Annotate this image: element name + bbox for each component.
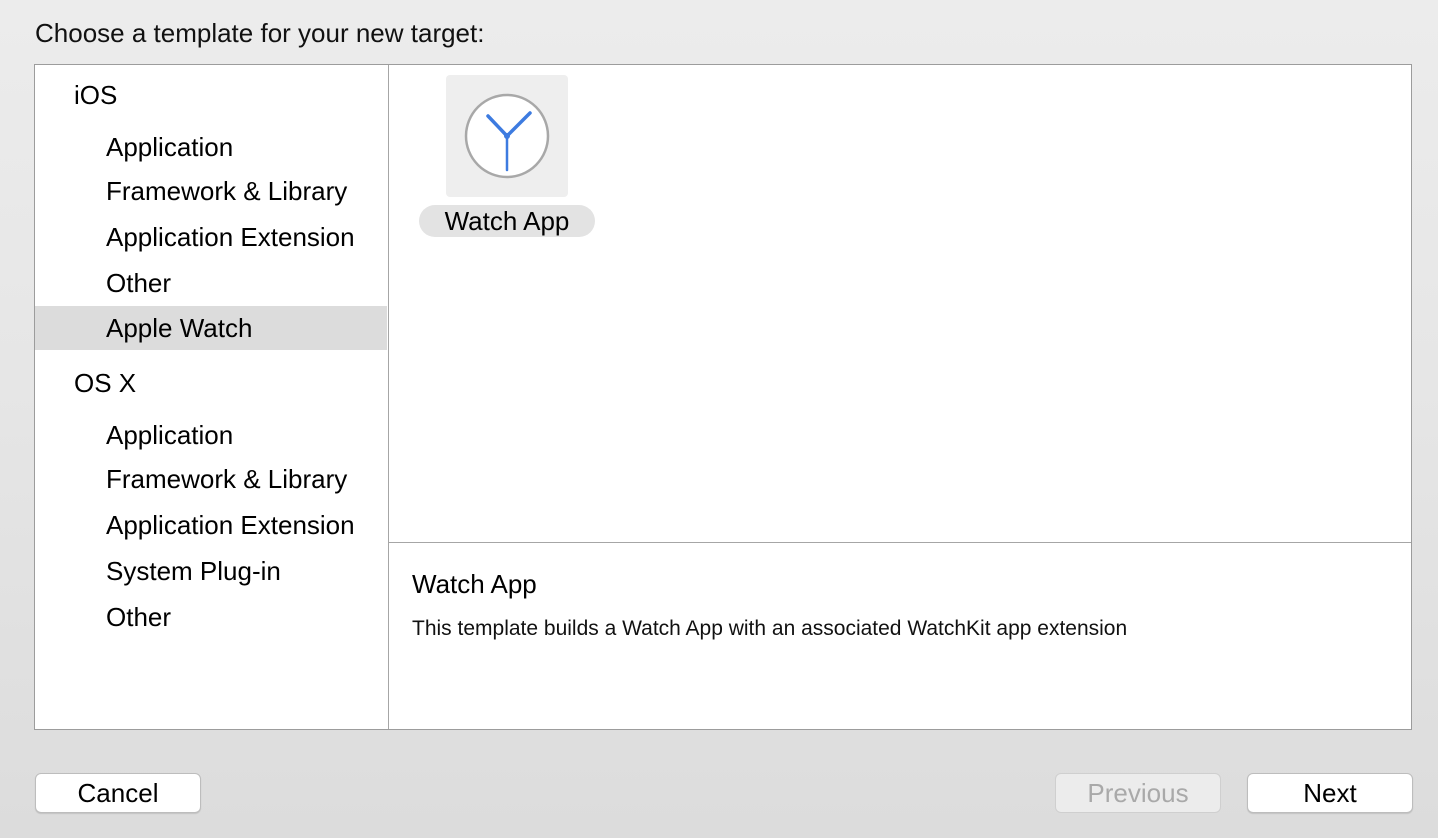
template-grid: Watch App — [389, 65, 1411, 543]
platform-sidebar: iOS Application Framework & Library Appl… — [35, 65, 389, 729]
template-chooser-panel: iOS Application Framework & Library Appl… — [34, 64, 1412, 730]
sidebar-item-osx-system-plugin[interactable]: System Plug-in — [35, 549, 387, 593]
template-description-panel: Watch App This template builds a Watch A… — [389, 543, 1411, 729]
template-label[interactable]: Watch App — [419, 205, 595, 237]
next-button[interactable]: Next — [1247, 773, 1413, 813]
sidebar-item-ios-other[interactable]: Other — [35, 261, 387, 305]
sidebar-item-osx-framework-library[interactable]: Framework & Library — [35, 457, 387, 501]
template-icon-background[interactable] — [446, 75, 568, 197]
previous-button[interactable]: Previous — [1055, 773, 1221, 813]
sidebar-item-osx-application-extension[interactable]: Application Extension — [35, 503, 387, 547]
description-title: Watch App — [412, 569, 537, 599]
section-header-osx: OS X — [74, 368, 137, 398]
sidebar-item-ios-apple-watch[interactable]: Apple Watch — [35, 306, 387, 350]
sidebar-item-osx-application[interactable]: Application — [35, 413, 387, 457]
dialog-prompt: Choose a template for your new target: — [35, 18, 485, 48]
sidebar-item-ios-application[interactable]: Application — [35, 125, 387, 169]
section-header-ios: iOS — [74, 80, 118, 110]
sidebar-item-ios-framework-library[interactable]: Framework & Library — [35, 169, 387, 213]
watch-clock-icon — [464, 93, 550, 179]
sidebar-item-ios-application-extension[interactable]: Application Extension — [35, 215, 387, 259]
template-watch-app[interactable]: Watch App — [419, 73, 595, 243]
description-text: This template builds a Watch App with an… — [412, 617, 1128, 640]
cancel-button[interactable]: Cancel — [35, 773, 201, 813]
sidebar-item-osx-other[interactable]: Other — [35, 595, 387, 639]
